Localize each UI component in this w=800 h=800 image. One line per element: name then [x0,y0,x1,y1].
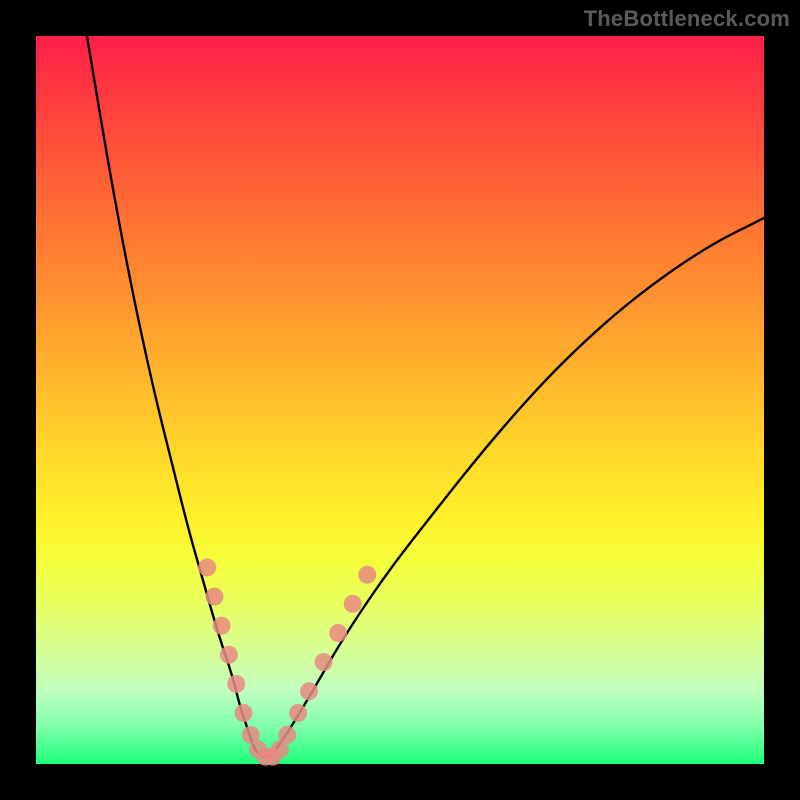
bottleneck-curve [87,36,764,757]
chart-frame: TheBottleneck.com [0,0,800,800]
highlight-dots-group [198,558,376,765]
plot-area [36,36,764,764]
highlight-dot [329,624,347,642]
highlight-dot [289,704,307,722]
watermark-text: TheBottleneck.com [584,6,790,32]
highlight-dot [344,595,362,613]
highlight-dot [358,566,376,584]
highlight-dot [205,588,223,606]
highlight-dot [220,646,238,664]
highlight-dot [198,558,216,576]
highlight-dot [300,682,318,700]
highlight-dot [278,726,296,744]
highlight-dot [227,675,245,693]
curve-svg [36,36,764,764]
highlight-dot [235,704,253,722]
highlight-dot [315,653,333,671]
highlight-dot [213,617,231,635]
